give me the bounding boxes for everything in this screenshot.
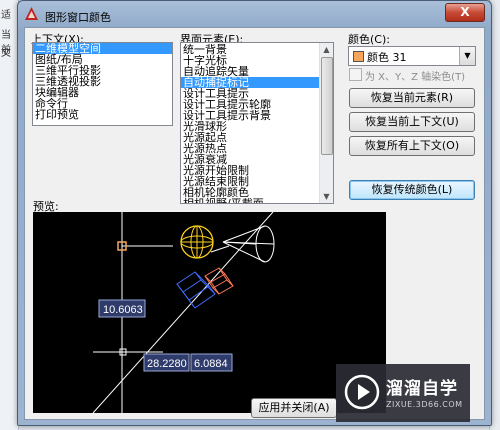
color-label: 颜色(C): xyxy=(348,33,390,46)
context-list[interactable]: 二维模型空间 图纸/布局 三维平行投影 三维透视投影 块编辑器 命令行 打印预览 xyxy=(32,42,173,126)
interface-item[interactable]: 光源开始限制 xyxy=(181,165,319,176)
scroll-up-icon[interactable]: ▲ xyxy=(320,43,333,56)
chevron-down-icon[interactable]: ▼ xyxy=(459,47,475,65)
interface-item[interactable]: 自动追踪矢量 xyxy=(181,66,319,77)
context-item[interactable]: 块编辑器 xyxy=(33,87,172,98)
light-sphere-icon xyxy=(180,225,214,259)
interface-item[interactable]: 光源热点 xyxy=(181,143,319,154)
interface-item[interactable]: 光滑球形 xyxy=(181,121,319,132)
preview-drawing: 10.6063 28.2280 6.0884 xyxy=(92,212,275,413)
play-logo-icon xyxy=(344,374,380,410)
interface-list-scrollbar[interactable]: ▲ ▼ xyxy=(319,43,333,203)
preview-pane: 10.6063 28.2280 6.0884 xyxy=(33,212,386,413)
interface-element-list[interactable]: 统一背景 十字光标 自动追踪矢量 自动捕捉标记 设计工具提示 设计工具提示轮廓 设计工具提示… xyxy=(180,42,334,204)
scroll-thumb[interactable] xyxy=(321,57,333,155)
close-button[interactable]: X xyxy=(445,3,485,22)
context-item[interactable]: 二维模型空间 xyxy=(33,43,172,54)
interface-item[interactable]: 设计工具提示背景 xyxy=(181,110,319,121)
context-item[interactable]: 三维平行投影 xyxy=(33,65,172,76)
window-title: 图形窗口颜色 xyxy=(45,11,111,24)
title-bar[interactable]: 图形窗口颜色 X xyxy=(18,1,491,29)
interface-item[interactable]: 设计工具提示 xyxy=(181,88,319,99)
restore-classic-colors-button[interactable]: 恢复传统颜色(L) xyxy=(349,180,475,200)
interface-item[interactable]: 光源起点 xyxy=(181,132,319,143)
interface-item[interactable]: 相机轮廓颜色 xyxy=(181,187,319,198)
context-item[interactable]: 图纸/布局 xyxy=(33,54,172,65)
spotlight-cone-icon xyxy=(210,225,275,263)
context-item[interactable]: 命令行 xyxy=(33,98,172,109)
tooltip-angle-value: 6.0884 xyxy=(194,358,228,370)
context-item[interactable]: 三维透视投影 xyxy=(33,76,172,87)
interface-item[interactable]: 自动捕捉标记 xyxy=(181,77,319,88)
interface-item[interactable]: 十字光标 xyxy=(181,55,319,66)
color-swatch xyxy=(353,51,364,62)
tooltip-y-value: 10.6063 xyxy=(103,304,143,316)
tint-axes-label: 为 X、Y、Z 轴染色(T) xyxy=(365,72,466,83)
restore-current-context-button[interactable]: 恢复当前上下文(U) xyxy=(349,112,475,132)
color-selected-value: 颜色 31 xyxy=(367,51,407,64)
restore-all-contexts-button[interactable]: 恢复所有上下文(O) xyxy=(349,136,475,156)
tint-axes-checkbox[interactable] xyxy=(349,68,362,81)
graphics-window-colors-dialog: 图形窗口颜色 X 上下文(X): 二维模型空间 图纸/布局 三维平行投影 三维透视投影… xyxy=(17,0,492,426)
background-text: 适 xyxy=(1,10,11,21)
context-item[interactable]: 打印预览 xyxy=(33,109,172,120)
dialog-body: 上下文(X): 二维模型空间 图纸/布局 三维平行投影 三维透视投影 块编辑器 命令行 打印… xyxy=(24,27,485,420)
apply-and-close-button[interactable]: 应用并关闭(A) xyxy=(251,398,337,418)
restore-current-element-button[interactable]: 恢复当前元素(R) xyxy=(349,88,475,108)
interface-item[interactable]: 设计工具提示轮廓 xyxy=(181,99,319,110)
autocad-logo-icon xyxy=(25,7,38,20)
watermark-badge: 溜溜自学 ZIXUE.3D66.COM xyxy=(336,364,470,422)
tooltip-distance-value: 28.2280 xyxy=(147,358,187,370)
scroll-down-icon[interactable]: ▼ xyxy=(320,190,333,203)
interface-item[interactable]: 统一背景 xyxy=(181,44,319,55)
interface-item[interactable]: 光源结束限制 xyxy=(181,176,319,187)
interface-item[interactable]: 相机视野/平截面 xyxy=(181,198,319,203)
watermark-text: 溜溜自学 xyxy=(386,379,458,399)
color-dropdown[interactable]: 颜色 31 ▼ xyxy=(348,46,476,66)
background-text: 文 xyxy=(1,48,11,59)
interface-item[interactable]: 光源衰减 xyxy=(181,154,319,165)
watermark-url: ZIXUE.3D66.COM xyxy=(386,400,463,409)
